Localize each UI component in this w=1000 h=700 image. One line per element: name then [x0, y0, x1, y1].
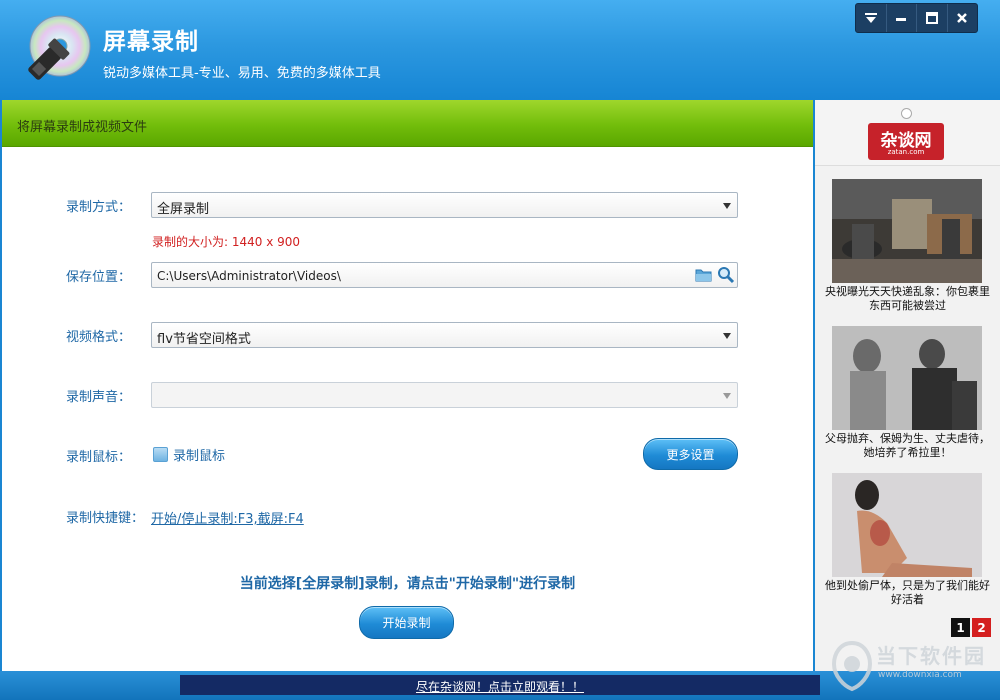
app-subtitle: 锐动多媒体工具-专业、易用、免费的多媒体工具: [103, 66, 381, 81]
watermark-logo-icon: [831, 640, 873, 692]
title-bar: 屏幕录制 锐动多媒体工具-专业、易用、免费的多媒体工具: [0, 0, 1000, 100]
mode-label: 录制方式：: [66, 200, 132, 215]
app-logo-icon: [28, 15, 91, 80]
hotkey-label: 录制快捷键：: [66, 511, 145, 526]
path-label: 保存位置：: [66, 270, 132, 285]
save-path-value: C:\Users\Administrator\Videos\: [157, 269, 341, 283]
dropdown-arrow-icon: [723, 203, 731, 209]
news-thumbnail-3[interactable]: [832, 473, 982, 577]
audio-label: 录制声音：: [66, 390, 132, 405]
mode-value: 全屏录制: [157, 202, 210, 217]
dropdown-arrow-icon: [723, 393, 731, 399]
close-button[interactable]: [946, 4, 978, 32]
record-mouse-checkbox-label[interactable]: 录制鼠标: [173, 445, 225, 464]
more-settings-button[interactable]: 更多设置: [643, 438, 738, 470]
status-prompt: 当前选择[全屏录制]录制，请点击"开始录制"进行录制: [239, 576, 576, 592]
search-icon[interactable]: [717, 266, 735, 284]
main-panel: 将屏幕录制成视频文件 录制方式： 全屏录制 录制的大小为: 1440 x 900…: [2, 100, 813, 671]
format-label: 视频格式：: [66, 330, 132, 345]
start-record-button[interactable]: 开始录制: [359, 606, 454, 639]
menu-icon: [864, 13, 877, 23]
side-header: 杂谈网 zatan.com: [815, 100, 1000, 166]
ad-marquee[interactable]: 尽在杂谈网！点击立即观看！！: [180, 675, 820, 695]
brand-url: zatan.com: [887, 148, 925, 156]
news-caption-2[interactable]: 父母抛弃、保姆为生、丈夫虐待，她培养了希拉里！: [825, 432, 990, 460]
dropdown-arrow-icon: [723, 333, 731, 339]
window-controls: [855, 3, 978, 33]
news-thumbnail-1[interactable]: [832, 179, 982, 283]
close-icon: [957, 13, 968, 23]
folder-icon[interactable]: [695, 267, 713, 283]
section-header: 将屏幕录制成视频文件: [2, 100, 813, 147]
pin-icon: [901, 108, 912, 119]
watermark-url: www.downxia.com: [878, 670, 962, 680]
marquee-text[interactable]: 尽在杂谈网！点击立即观看！！: [180, 678, 820, 695]
record-mouse-checkbox[interactable]: [153, 447, 168, 462]
record-size-info: 录制的大小为: 1440 x 900: [152, 235, 301, 249]
maximize-icon: [925, 12, 938, 24]
section-title: 将屏幕录制成视频文件: [17, 120, 148, 135]
side-ad-panel: 杂谈网 zatan.com 央视曝光天天快递乱象：你包裹里东西可能被尝过 父母抛…: [815, 100, 1000, 671]
mode-select[interactable]: 全屏录制: [151, 192, 738, 218]
news-caption-1[interactable]: 央视曝光天天快递乱象：你包裹里东西可能被尝过: [825, 285, 990, 313]
format-value: flv节省空间格式: [157, 332, 251, 347]
audio-select[interactable]: [151, 382, 738, 408]
save-path-field[interactable]: C:\Users\Administrator\Videos\: [151, 262, 738, 288]
watermark: 当下软件园 www.downxia.com: [830, 640, 995, 696]
maximize-button[interactable]: [916, 4, 947, 32]
minimize-icon: [896, 18, 907, 21]
brand-logo[interactable]: 杂谈网 zatan.com: [868, 123, 944, 160]
news-caption-3[interactable]: 他到处偷尸体，只是为了我们能好好活着: [825, 579, 990, 607]
watermark-text: 当下软件园: [876, 644, 986, 668]
format-select[interactable]: flv节省空间格式: [151, 322, 738, 348]
minimize-button[interactable]: [885, 4, 917, 32]
page-1-button[interactable]: 1: [951, 618, 970, 637]
news-thumbnail-2[interactable]: [832, 326, 982, 430]
app-title: 屏幕录制: [103, 29, 199, 55]
page-2-button[interactable]: 2: [972, 618, 991, 637]
mouse-label: 录制鼠标：: [66, 450, 132, 465]
hotkey-link[interactable]: 开始/停止录制:F3,截屏:F4: [151, 508, 304, 527]
menu-button[interactable]: [856, 4, 886, 32]
